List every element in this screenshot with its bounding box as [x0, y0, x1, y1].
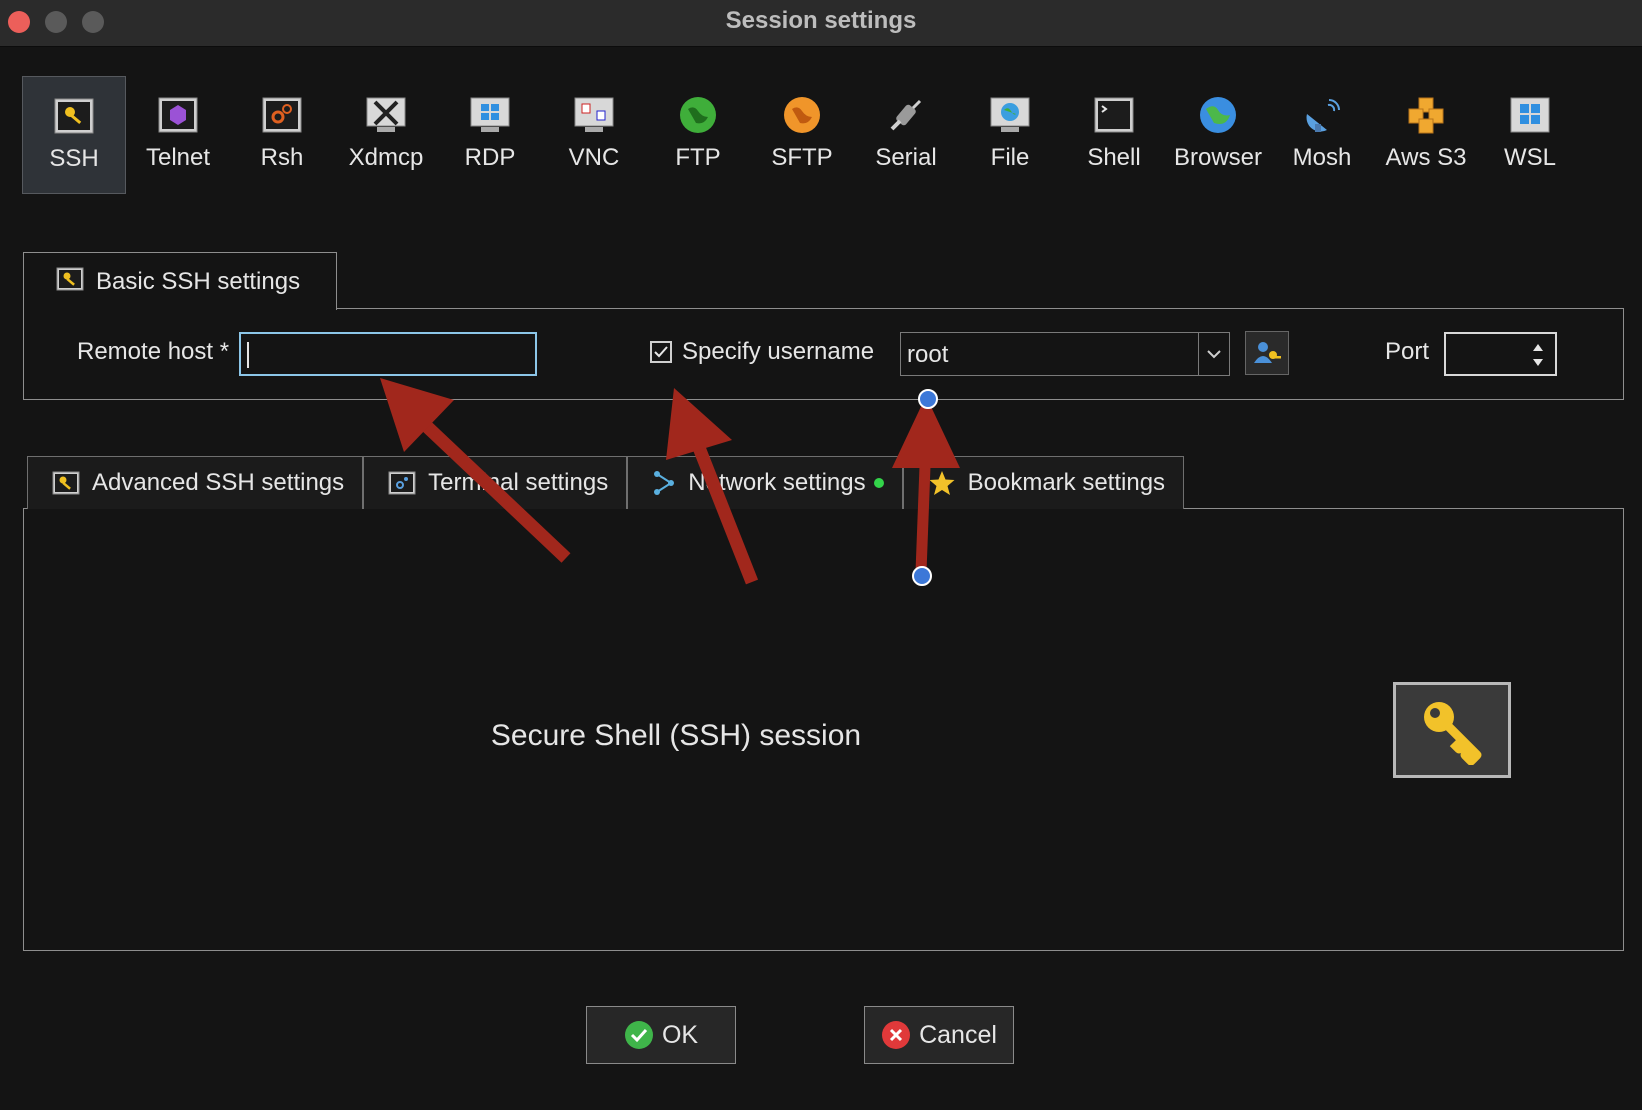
- ok-label: OK: [661, 1020, 699, 1049]
- user-key-icon: [1254, 342, 1281, 363]
- browser-globe-icon: [1197, 94, 1239, 136]
- session-settings-window: Session settings SSH Telnet Rsh Xdmcp RD…: [0, 0, 1642, 1110]
- username-value: root: [907, 341, 949, 368]
- status-indicator: [873, 478, 884, 488]
- port-input[interactable]: [1444, 332, 1557, 376]
- session-type-label: VNC: [568, 144, 620, 171]
- tab-label: Basic SSH settings: [96, 267, 301, 295]
- session-type-browser[interactable]: Browser: [1166, 76, 1270, 194]
- session-type-label: Telnet: [145, 144, 211, 171]
- chevron-down-icon[interactable]: [1198, 333, 1229, 375]
- telnet-icon: [157, 94, 199, 136]
- xdmcp-icon: [365, 94, 407, 136]
- session-type-label: FTP: [675, 144, 721, 171]
- vnc-icon: [573, 94, 615, 136]
- ssh-key-icon: [53, 95, 95, 137]
- session-type-label: Rsh: [260, 144, 304, 171]
- wrench-key-icon: [56, 267, 84, 296]
- session-type-vnc[interactable]: VNC: [542, 76, 646, 194]
- tab-advanced-ssh-settings[interactable]: Advanced SSH settings: [27, 456, 364, 509]
- tab-label: Advanced SSH settings: [92, 469, 345, 496]
- session-type-label: Mosh: [1292, 144, 1352, 171]
- session-type-label: Shell: [1087, 144, 1141, 171]
- check-circle-icon: [624, 1020, 654, 1050]
- session-type-xdmcp[interactable]: Xdmcp: [334, 76, 438, 194]
- title-bar: Session settings: [0, 0, 1642, 47]
- session-type-wsl[interactable]: WSL: [1478, 76, 1582, 194]
- session-type-ftp[interactable]: FTP: [646, 76, 750, 194]
- ftp-globe-icon: [677, 94, 719, 136]
- session-description-panel: Secure Shell (SSH) session: [23, 508, 1624, 951]
- wrench-key-icon: [52, 471, 80, 495]
- session-type-label: Browser: [1173, 144, 1263, 171]
- specify-username-label: Specify username: [682, 338, 875, 365]
- session-type-label: Aws S3: [1385, 144, 1467, 171]
- text-caret: [247, 342, 249, 368]
- session-type-file[interactable]: File: [958, 76, 1062, 194]
- port-label: Port: [1385, 338, 1430, 365]
- session-type-label: WSL: [1503, 144, 1556, 171]
- mosh-satellite-icon: [1301, 94, 1343, 136]
- session-type-label: SFTP: [771, 144, 833, 171]
- session-type-ssh[interactable]: SSH: [22, 76, 126, 194]
- username-combobox[interactable]: root: [900, 332, 1230, 376]
- session-type-label: Xdmcp: [348, 144, 424, 171]
- shell-terminal-icon: [1093, 94, 1135, 136]
- wsl-windows-icon: [1509, 94, 1551, 136]
- settings-tabs: Advanced SSH settings Terminal settings …: [27, 456, 1185, 509]
- cancel-label: Cancel: [919, 1020, 997, 1049]
- tab-label: Terminal settings: [428, 469, 609, 496]
- window-title: Session settings: [725, 7, 917, 34]
- network-icon: [652, 470, 676, 496]
- star-icon: [928, 469, 956, 497]
- aws-s3-cubes-icon: [1405, 94, 1447, 136]
- file-monitor-icon: [989, 94, 1031, 136]
- session-type-telnet[interactable]: Telnet: [126, 76, 230, 194]
- tab-bookmark-settings[interactable]: Bookmark settings: [902, 456, 1185, 509]
- session-type-aws-s3[interactable]: Aws S3: [1374, 76, 1478, 194]
- terminal-settings-icon: [388, 471, 416, 495]
- spinner-arrows-icon[interactable]: [1531, 340, 1545, 370]
- session-description: Secure Shell (SSH) session: [490, 719, 862, 752]
- serial-plug-icon: [885, 94, 927, 136]
- remote-host-input[interactable]: [239, 332, 537, 376]
- tab-label: Network settings: [688, 469, 866, 496]
- session-type-serial[interactable]: Serial: [854, 76, 958, 194]
- session-type-mosh[interactable]: Mosh: [1270, 76, 1374, 194]
- x-circle-icon: [881, 1020, 911, 1050]
- session-type-label: File: [990, 144, 1030, 171]
- session-type-label: RDP: [464, 144, 516, 171]
- session-type-label: Serial: [875, 144, 937, 171]
- specify-username-checkbox[interactable]: [650, 341, 672, 363]
- session-type-rdp[interactable]: RDP: [438, 76, 542, 194]
- checkmark-icon: [654, 346, 668, 358]
- tab-network-settings[interactable]: Network settings: [627, 456, 903, 509]
- cancel-button[interactable]: Cancel: [864, 1006, 1014, 1064]
- remote-host-label: Remote host *: [77, 338, 230, 365]
- key-icon: [1393, 682, 1511, 778]
- session-type-label: SSH: [49, 145, 99, 172]
- session-type-shell[interactable]: Shell: [1062, 76, 1166, 194]
- session-type-toolbar: SSH Telnet Rsh Xdmcp RDP VNC FTP SFTP Se…: [22, 76, 1582, 194]
- tab-label: Bookmark settings: [967, 469, 1166, 496]
- session-type-sftp[interactable]: SFTP: [750, 76, 854, 194]
- session-type-rsh[interactable]: Rsh: [230, 76, 334, 194]
- tab-basic-ssh-settings[interactable]: Basic SSH settings: [23, 252, 337, 310]
- tab-terminal-settings[interactable]: Terminal settings: [363, 456, 628, 509]
- ok-button[interactable]: OK: [586, 1006, 736, 1064]
- sftp-globe-icon: [781, 94, 823, 136]
- rsh-icon: [261, 94, 303, 136]
- rdp-icon: [469, 94, 511, 136]
- user-credentials-button[interactable]: [1245, 331, 1289, 375]
